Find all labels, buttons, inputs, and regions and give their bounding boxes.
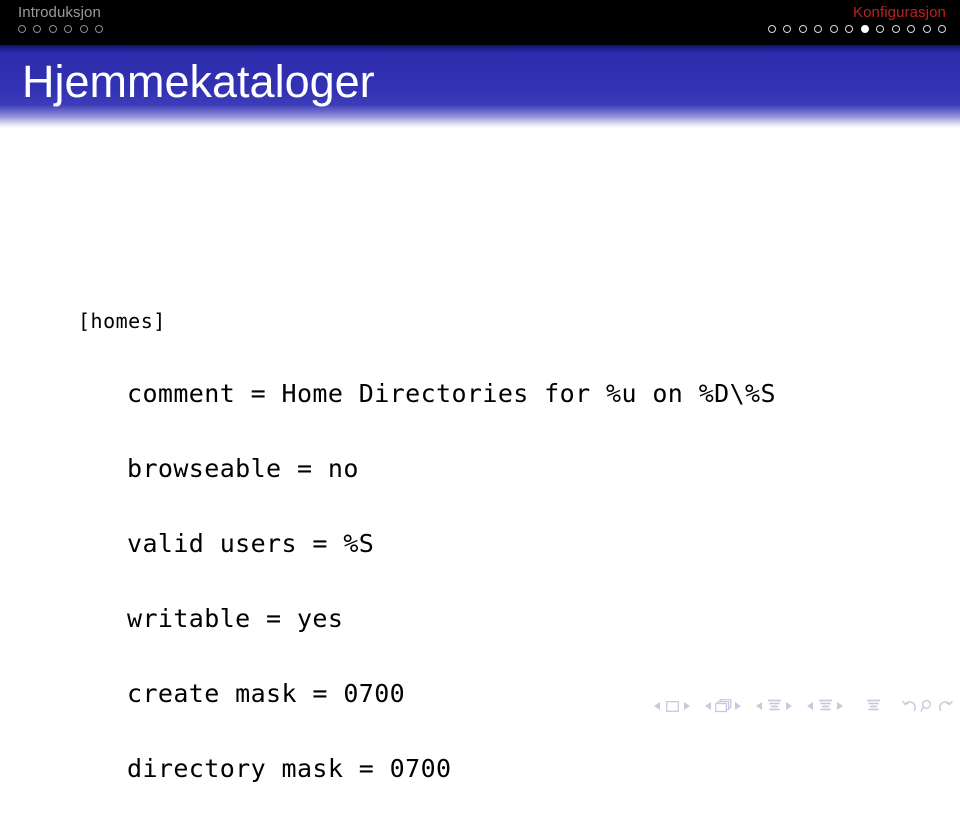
header-section-label-left: Introduksjon bbox=[18, 4, 101, 21]
back-icon[interactable] bbox=[900, 698, 918, 714]
code-line: writable = yes bbox=[127, 604, 344, 633]
subsection-icon[interactable] bbox=[765, 698, 783, 714]
code-line: valid users = %S bbox=[127, 529, 375, 558]
progress-dot[interactable] bbox=[938, 25, 946, 33]
nav-group-presentation[interactable] bbox=[855, 698, 882, 714]
progress-dot[interactable] bbox=[876, 25, 885, 33]
code-line: directory mask = 0700 bbox=[127, 754, 452, 783]
progress-dot[interactable] bbox=[79, 25, 88, 33]
progress-dot[interactable] bbox=[845, 25, 854, 33]
nav-group-history[interactable] bbox=[891, 698, 954, 714]
progress-dot[interactable] bbox=[48, 25, 57, 33]
header-section-introduksjon[interactable]: Introduksjon bbox=[18, 0, 104, 45]
progress-dot[interactable] bbox=[829, 25, 838, 33]
presentation-icon[interactable] bbox=[864, 698, 882, 714]
header-left-progress-dots[interactable] bbox=[18, 20, 104, 33]
next-slide-arrow-icon[interactable] bbox=[684, 702, 690, 710]
progress-dot-active[interactable] bbox=[860, 25, 869, 33]
progress-dot[interactable] bbox=[33, 25, 42, 33]
prev-slide-arrow-icon[interactable] bbox=[654, 702, 660, 710]
beamer-navigation-bar[interactable] bbox=[651, 694, 954, 718]
slide-header-bar: Introduksjon Konfigurasjon bbox=[0, 0, 960, 45]
page-title: Hjemmekataloger bbox=[22, 56, 375, 107]
nav-group-frame[interactable] bbox=[702, 698, 744, 714]
prev-section-arrow-icon[interactable] bbox=[807, 702, 813, 710]
prev-frame-arrow-icon[interactable] bbox=[705, 702, 711, 710]
progress-dot[interactable] bbox=[18, 25, 26, 33]
progress-dot[interactable] bbox=[907, 25, 916, 33]
slide-icon[interactable] bbox=[663, 698, 681, 714]
section-icon[interactable] bbox=[816, 698, 834, 714]
header-section-label-right: Konfigurasjon bbox=[852, 4, 946, 21]
frame-icon[interactable] bbox=[714, 698, 732, 714]
progress-dot[interactable] bbox=[64, 25, 73, 33]
progress-dot[interactable] bbox=[922, 25, 931, 33]
header-section-konfigurasjon[interactable]: Konfigurasjon bbox=[768, 0, 946, 45]
nav-group-section[interactable] bbox=[804, 698, 846, 714]
code-section-header: [homes] bbox=[78, 309, 166, 333]
forward-icon[interactable] bbox=[936, 698, 954, 714]
nav-group-slide[interactable] bbox=[651, 698, 693, 714]
next-subsection-arrow-icon[interactable] bbox=[786, 702, 792, 710]
header-right-progress-dots[interactable] bbox=[768, 20, 946, 33]
progress-dot[interactable] bbox=[783, 25, 792, 33]
find-icon[interactable] bbox=[918, 698, 936, 714]
samba-config-code-block: [homes] comment = Home Directories for %… bbox=[78, 268, 776, 825]
code-line: comment = Home Directories for %u on %D\… bbox=[127, 379, 776, 408]
progress-dot[interactable] bbox=[891, 25, 900, 33]
slide-content: [homes] comment = Home Directories for %… bbox=[0, 128, 960, 783]
prev-subsection-arrow-icon[interactable] bbox=[756, 702, 762, 710]
next-section-arrow-icon[interactable] bbox=[837, 702, 843, 710]
code-line: browseable = no bbox=[127, 454, 359, 483]
next-frame-arrow-icon[interactable] bbox=[735, 702, 741, 710]
nav-group-subsection[interactable] bbox=[753, 698, 795, 714]
progress-dot[interactable] bbox=[798, 25, 807, 33]
progress-dot[interactable] bbox=[814, 25, 823, 33]
progress-dot[interactable] bbox=[768, 25, 777, 33]
frame-title-banner: Hjemmekataloger bbox=[0, 45, 960, 128]
progress-dot[interactable] bbox=[95, 25, 104, 33]
